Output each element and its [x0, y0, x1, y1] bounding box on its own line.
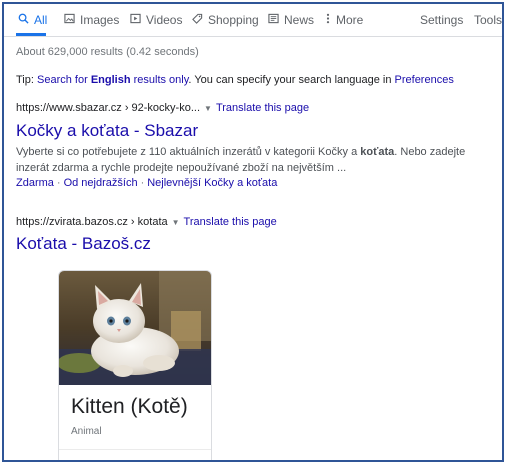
language-tip: Tip: Search for English results only. Yo…: [16, 74, 454, 86]
sitelink-zdarma[interactable]: Zdarma: [16, 177, 54, 189]
result-1-url: https://www.sbazar.cz › 92-kocky-ko...: [16, 102, 201, 114]
result-1-sitelinks: Zdarma · Od nejdražších · Nejlevnější Kočky …: [16, 177, 277, 189]
tab-images-label: Images: [80, 13, 120, 27]
image-icon: [62, 5, 76, 37]
search-english-link[interactable]: Search for English results only: [37, 74, 188, 86]
snippet-part-a: Vyberte si co potřebujete z 110 aktuální…: [16, 146, 361, 158]
snippet-bold: koťata: [360, 146, 395, 158]
sitelink-separator: ·: [140, 177, 145, 189]
knowledge-card[interactable]: Kitten (Kotě) Animal: [58, 270, 212, 460]
kitten-image[interactable]: [59, 271, 211, 385]
tip-language: English: [90, 74, 131, 86]
tab-shopping-label: Shopping: [208, 13, 259, 27]
translate-link[interactable]: Translate this page: [184, 216, 277, 228]
result-url: https://www.sbazar.cz › 92-kocky-ko... ▼ T…: [16, 102, 309, 114]
card-title: Kitten (Kotě): [71, 395, 188, 418]
tab-settings[interactable]: Settings: [420, 4, 463, 36]
tab-all-label: All: [34, 13, 48, 27]
tab-news-label: News: [284, 13, 315, 27]
result-2-url: https://zvirata.bazos.cz › kotata: [16, 216, 168, 228]
tab-more[interactable]: More: [324, 4, 363, 36]
sitelink-nejlevnejsi[interactable]: Nejlevnější Kočky a koťata: [147, 177, 277, 189]
tip-results-only: results only: [130, 74, 189, 86]
dropdown-triangle-icon[interactable]: ▼: [172, 218, 180, 227]
tip-middle: . You can specify your search language i…: [188, 74, 395, 86]
tab-more-label: More: [336, 13, 364, 27]
more-vert-icon: [324, 5, 332, 37]
tab-images[interactable]: Images: [62, 4, 119, 36]
tab-all[interactable]: All: [16, 4, 47, 36]
tip-prefix: Tip:: [16, 74, 37, 86]
preferences-link[interactable]: Preferences: [395, 74, 454, 86]
sitelink-separator: ·: [56, 177, 61, 189]
result-1-snippet: Vyberte si co potřebujete z 110 aktuální…: [16, 144, 486, 176]
result-stats: About 629,000 results (0.42 seconds): [16, 46, 199, 58]
result-url: https://zvirata.bazos.cz › kotata ▼ Transl…: [16, 216, 277, 228]
dropdown-triangle-icon[interactable]: ▼: [204, 104, 212, 113]
card-divider: [59, 449, 211, 450]
news-icon: [266, 5, 280, 37]
result-2-title[interactable]: Koťata - Bazoš.cz: [16, 234, 151, 254]
translate-link[interactable]: Translate this page: [216, 102, 309, 114]
play-icon: [128, 5, 142, 37]
tab-videos[interactable]: Videos: [128, 4, 182, 36]
result-1-title[interactable]: Kočky a koťata - Sbazar: [16, 121, 198, 141]
active-tab-indicator: [16, 33, 46, 36]
tab-news[interactable]: News: [266, 4, 314, 36]
tip-search-for: Search for: [37, 74, 91, 86]
tag-icon: [190, 5, 204, 37]
tab-shopping[interactable]: Shopping: [190, 4, 259, 36]
tab-videos-label: Videos: [146, 13, 183, 27]
card-subtitle: Animal: [71, 426, 102, 437]
tab-tools[interactable]: Tools: [474, 4, 502, 36]
sitelink-od-nejdrazsich[interactable]: Od nejdražších: [64, 177, 138, 189]
browser-frame: All Images Videos Shopping News More Set…: [2, 2, 504, 462]
search-tabs: All Images Videos Shopping News More Set…: [4, 4, 502, 37]
